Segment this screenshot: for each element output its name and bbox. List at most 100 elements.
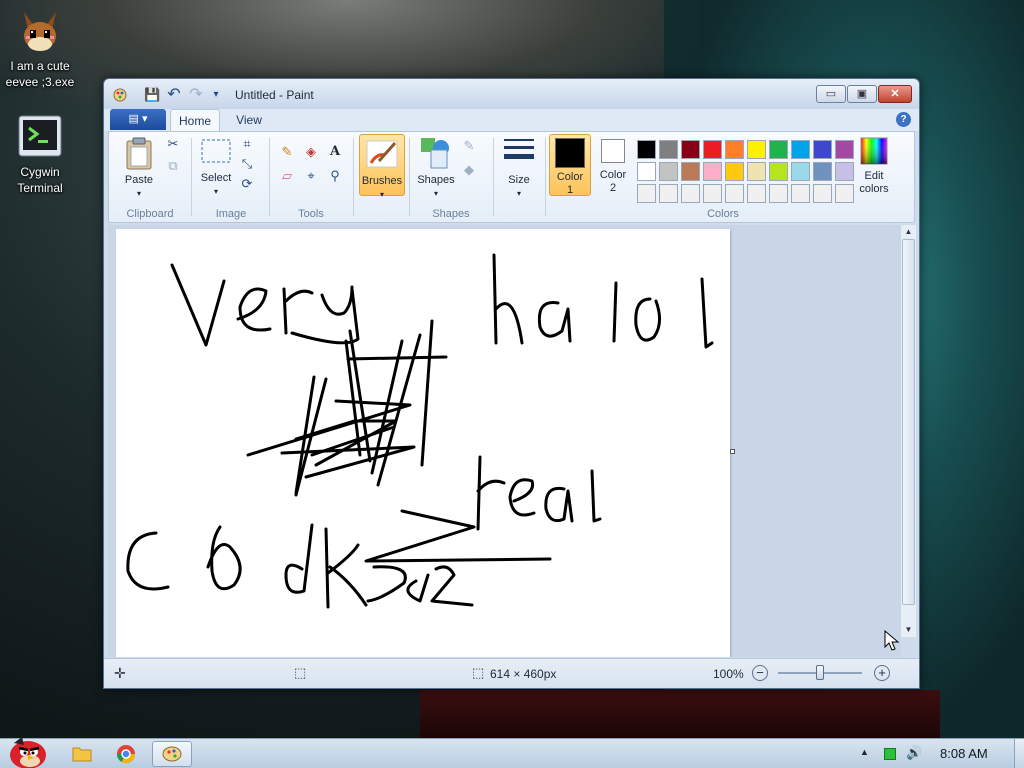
eevee-icon — [16, 6, 64, 54]
pencil-icon[interactable]: ✎ — [277, 142, 297, 162]
palette-swatch[interactable] — [725, 184, 744, 203]
scroll-down-icon[interactable]: ▼ — [901, 623, 916, 637]
cut-icon[interactable]: ✂ — [163, 134, 183, 154]
color2-button[interactable]: Color 2 — [593, 137, 633, 195]
desktop-icon-label: Cygwin — [20, 165, 60, 179]
shape-fill-icon[interactable]: ◆ — [459, 160, 479, 180]
help-icon[interactable]: ? — [896, 112, 911, 127]
resize-icon[interactable]: ⤡ — [237, 154, 257, 174]
palette-swatch[interactable] — [791, 162, 810, 181]
group-label-colors: Colors — [707, 208, 739, 220]
group-label-tools: Tools — [298, 208, 324, 220]
undo-icon[interactable]: ↶ — [166, 87, 182, 103]
desktop-icon-cygwin[interactable]: Cygwin Terminal — [0, 112, 80, 196]
palette-swatch[interactable] — [835, 140, 854, 159]
palette-swatch[interactable] — [637, 140, 656, 159]
desktop-icon-eevee[interactable]: I am a cute eevee ;3.exe — [0, 6, 80, 90]
size-button[interactable]: Size ▾ — [499, 136, 539, 200]
save-icon[interactable]: 💾 — [144, 87, 160, 103]
palette-swatch[interactable] — [813, 162, 832, 181]
palette-swatch[interactable] — [659, 162, 678, 181]
palette-swatch[interactable] — [835, 162, 854, 181]
scroll-up-icon[interactable]: ▲ — [901, 225, 916, 239]
network-icon[interactable] — [884, 748, 896, 760]
edit-colors-button[interactable]: Edit colors — [853, 136, 895, 196]
color1-button[interactable]: Color 1 — [549, 134, 591, 196]
vertical-scrollbar[interactable]: ▲ ▼ — [900, 225, 916, 637]
crop-icon[interactable]: ⌗ — [237, 134, 257, 154]
maximize-button[interactable]: ▣ — [847, 85, 877, 103]
copy-icon[interactable]: ⧉ — [163, 156, 183, 176]
tab-home[interactable]: Home — [170, 109, 220, 131]
palette-swatch[interactable] — [637, 162, 656, 181]
palette-swatch[interactable] — [813, 184, 832, 203]
palette-swatch[interactable] — [769, 184, 788, 203]
chevron-down-icon: ▾ — [213, 187, 218, 196]
canvas-area — [108, 225, 901, 657]
palette-swatch[interactable] — [747, 162, 766, 181]
eraser-icon[interactable]: ▱ — [277, 166, 297, 186]
brushes-button[interactable]: Brushes ▾ — [359, 134, 405, 199]
palette-swatch[interactable] — [791, 184, 810, 203]
zoom-out-button[interactable]: − — [752, 665, 768, 681]
redo-icon[interactable]: ↷ — [188, 87, 204, 103]
palette-swatch[interactable] — [791, 140, 810, 159]
chevron-down-icon: ▾ — [379, 190, 384, 199]
taskbar-explorer[interactable] — [62, 741, 102, 767]
zoom-slider-thumb[interactable] — [816, 665, 824, 680]
text-icon[interactable]: A — [325, 142, 345, 162]
shape-outline-icon[interactable]: ✎ — [459, 136, 479, 156]
palette-swatch[interactable] — [703, 140, 722, 159]
scroll-thumb[interactable] — [902, 239, 915, 605]
palette-swatch[interactable] — [747, 184, 766, 203]
canvas-resize-handle[interactable] — [730, 449, 735, 454]
tab-view[interactable]: View — [224, 109, 274, 131]
title-bar[interactable]: 💾 ↶ ↷ ▾ Untitled - Paint ▭ ▣ ✕ — [104, 79, 919, 109]
shapes-button[interactable]: Shapes ▾ — [413, 136, 459, 200]
show-desktop-button[interactable] — [1014, 739, 1024, 768]
palette-swatch[interactable] — [681, 140, 700, 159]
taskbar-clock[interactable]: 8:08 AM — [940, 746, 988, 761]
paint-app-icon[interactable] — [112, 87, 128, 103]
group-separator — [191, 138, 192, 216]
close-button[interactable]: ✕ — [878, 85, 912, 103]
wallpaper-mouth — [420, 690, 940, 738]
palette-swatch[interactable] — [725, 162, 744, 181]
palette-swatch[interactable] — [747, 140, 766, 159]
palette-swatch[interactable] — [703, 184, 722, 203]
color-picker-icon[interactable]: ⌖ — [301, 166, 321, 186]
minimize-button[interactable]: ▭ — [816, 85, 846, 103]
tray-expand-icon[interactable]: ▲ — [860, 747, 869, 757]
palette-swatch[interactable] — [835, 184, 854, 203]
paste-button[interactable]: Paste ▾ — [117, 136, 161, 200]
rotate-icon[interactable]: ⟳ — [237, 174, 257, 194]
drawing-canvas[interactable] — [116, 229, 730, 657]
palette-swatch[interactable] — [813, 140, 832, 159]
palette-swatch[interactable] — [769, 140, 788, 159]
fill-bucket-icon[interactable]: ◈ — [301, 142, 321, 162]
group-separator — [409, 138, 410, 216]
chevron-down-icon: ▾ — [136, 189, 141, 198]
palette-swatch[interactable] — [659, 140, 678, 159]
palette-swatch[interactable] — [637, 184, 656, 203]
start-button[interactable] — [2, 733, 52, 768]
clipboard-icon — [126, 137, 152, 170]
taskbar-paint[interactable] — [152, 741, 192, 767]
palette-swatch[interactable] — [703, 162, 722, 181]
taskbar-chrome[interactable] — [106, 741, 146, 767]
palette-swatch[interactable] — [769, 162, 788, 181]
palette-swatch[interactable] — [725, 140, 744, 159]
quick-access-dropdown-icon[interactable]: ▾ — [208, 87, 224, 103]
color2-number: 2 — [609, 182, 617, 194]
volume-icon[interactable]: 🔊 — [906, 745, 922, 761]
palette-swatch[interactable] — [681, 184, 700, 203]
magnifier-icon[interactable]: ⚲ — [325, 166, 345, 186]
palette-swatch[interactable] — [681, 162, 700, 181]
palette-swatch[interactable] — [659, 184, 678, 203]
desktop-icon-label: eevee ;3.exe — [5, 75, 75, 89]
zoom-in-button[interactable]: + — [874, 665, 890, 681]
paint-menu-button[interactable]: ▤ ▾ — [110, 109, 166, 130]
select-button[interactable]: Select ▾ — [195, 136, 237, 198]
desktop-icon-label: Terminal — [17, 181, 63, 195]
brush-icon — [366, 140, 398, 168]
